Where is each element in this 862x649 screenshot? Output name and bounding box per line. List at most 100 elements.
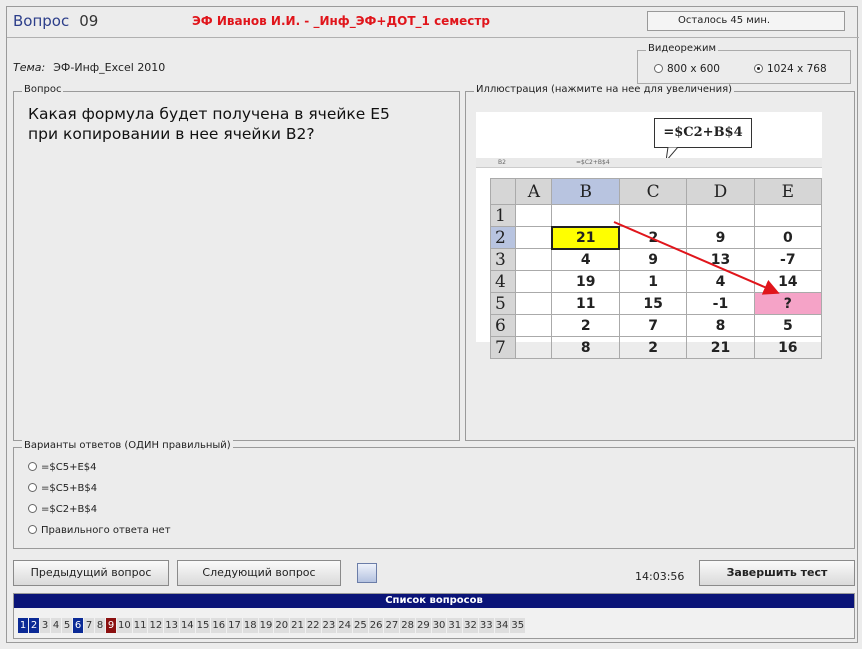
question-number-10[interactable]: 10 [117,618,132,633]
question-number-20[interactable]: 20 [274,618,290,633]
question-number-32[interactable]: 32 [463,618,478,633]
question-number-13[interactable]: 13 [164,618,179,633]
radio-icon[interactable] [28,504,37,513]
question-number-15[interactable]: 15 [195,618,211,633]
question-number: 09 [79,12,99,30]
row-header: 5 [489,292,517,315]
grid-cell [686,204,755,227]
question-number-29[interactable]: 29 [415,618,431,633]
question-number-18[interactable]: 18 [242,618,258,633]
question-number-19[interactable]: 19 [258,618,274,633]
question-number-25[interactable]: 25 [353,618,368,633]
question-number-12[interactable]: 12 [148,618,164,633]
question-number-33[interactable]: 33 [478,618,494,633]
answer-option-2[interactable]: =$C5+B$4 [28,483,97,494]
grid-cell: 21 [550,225,621,250]
grid-cell: 11 [551,292,620,315]
question-number-14[interactable]: 14 [179,618,195,633]
answer-option-3[interactable]: =$C2+B$4 [28,504,97,515]
grid-cell [515,270,553,293]
grid-cell: ? [753,292,823,315]
question-number-21[interactable]: 21 [290,618,305,633]
grid-cell [515,336,553,359]
grid-cell: 13 [686,248,755,271]
question-number-16[interactable]: 16 [211,618,227,633]
row-header: 3 [489,248,517,271]
question-number-34[interactable]: 34 [494,618,510,633]
grid-cell: 2 [551,314,620,337]
question-number-35[interactable]: 35 [510,618,526,633]
question-number-28[interactable]: 28 [400,618,415,633]
row-header: 1 [489,204,517,227]
question-number-9[interactable]: 9 [106,618,116,633]
video-mode-1024-label: 1024 x 768 [767,63,827,75]
question-number-31[interactable]: 31 [447,618,463,633]
answer-label: =$C2+B$4 [41,504,98,515]
radio-selected-icon[interactable] [754,64,763,73]
question-number-2[interactable]: 2 [29,618,39,633]
grid-cell [515,248,553,271]
radio-icon[interactable] [654,64,663,73]
row-header: 2 [489,226,517,249]
formula-bar: B2 =$C2+B$4 [476,158,822,168]
answers-legend: Варианты ответов (ОДИН правильный) [22,440,233,451]
time-remaining: Осталось 45 мин. [647,11,845,31]
grid-header-row: ABCDE [489,178,823,205]
illustration-legend: Иллюстрация (нажмите на нее для увеличен… [474,84,734,95]
topic-line: Тема: ЭФ-Инф_Excel 2010 [13,61,165,74]
grid-cell: 5 [753,314,823,337]
next-question-button[interactable]: Следующий вопрос [177,560,341,586]
answer-option-4[interactable]: Правильного ответа нет [28,525,171,536]
question-number-27[interactable]: 27 [384,618,400,633]
grid-cell [515,226,553,249]
finish-test-button[interactable]: Завершить тест [699,560,855,586]
illustration-image[interactable]: =$C2+B$4 B2 =$C2+B$4 A B C D E 1 2 21 2 9 0 3 4 9 13 -7… [476,112,823,359]
grid-corner [489,178,517,205]
question-number-17[interactable]: 17 [227,618,242,633]
question-legend: Вопрос [22,84,64,95]
question-number-4[interactable]: 4 [51,618,61,633]
question-number-23[interactable]: 23 [321,618,337,633]
column-header: D [686,178,755,205]
question-number-11[interactable]: 11 [132,618,148,633]
formula-callout: =$C2+B$4 [654,118,752,148]
question-number-6[interactable]: 6 [73,618,83,633]
grid-cell: 9 [618,248,688,271]
question-list: Список вопросов 1 2 3 4 5 6 7 8 9 10 11 12 13 14 15 16 1… [13,593,855,639]
question-number-1[interactable]: 1 [18,618,28,633]
grid-cell [515,292,553,315]
question-number-7[interactable]: 7 [84,618,94,633]
question-number-26[interactable]: 26 [368,618,384,633]
grid-cell: -1 [686,292,755,315]
prev-question-button[interactable]: Предыдущий вопрос [13,560,169,586]
student-info: ЭФ Иванов И.И. - _Инф_ЭФ+ДОТ_1 семестр [192,14,490,28]
grid-cell: 16 [753,336,823,359]
video-mode-1024[interactable]: 1024 x 768 [754,63,827,75]
video-mode-800-label: 800 x 600 [667,63,720,75]
question-number-24[interactable]: 24 [337,618,353,633]
grid-row: 5 11 15 -1? [489,292,823,315]
grid-cell: 7 [618,314,688,337]
spreadsheet-grid: A B C D E 1 2 21 2 9 0 3 4 9 13 -7 4 19 1 4 14 5 11 15 -1? 6 2 7 8 5 7… [489,178,823,359]
grid-cell: -7 [753,248,823,271]
video-mode-800[interactable]: 800 x 600 [654,63,720,75]
grid-row: 1 [489,204,823,227]
grid-cell: 15 [618,292,688,315]
radio-icon[interactable] [28,483,37,492]
question-number-3[interactable]: 3 [40,618,50,633]
question-number-30[interactable]: 30 [431,618,447,633]
question-number-8[interactable]: 8 [95,618,105,633]
answer-option-1[interactable]: =$C5+E$4 [28,462,97,473]
answer-label: =$C5+B$4 [41,483,98,494]
illustration-panel: Иллюстрация (нажмите на нее для увеличен… [465,84,855,441]
radio-icon[interactable] [28,462,37,471]
header-divider [7,37,859,38]
grid-row: 7 8 2 21 16 [489,336,823,359]
question-number-5[interactable]: 5 [62,618,72,633]
column-header: A [515,178,553,205]
radio-icon[interactable] [28,525,37,534]
notes-icon[interactable] [357,563,377,583]
answers-panel: Варианты ответов (ОДИН правильный) =$C5+… [13,440,855,549]
question-number-22[interactable]: 22 [305,618,321,633]
grid-cell: 2 [618,336,688,359]
